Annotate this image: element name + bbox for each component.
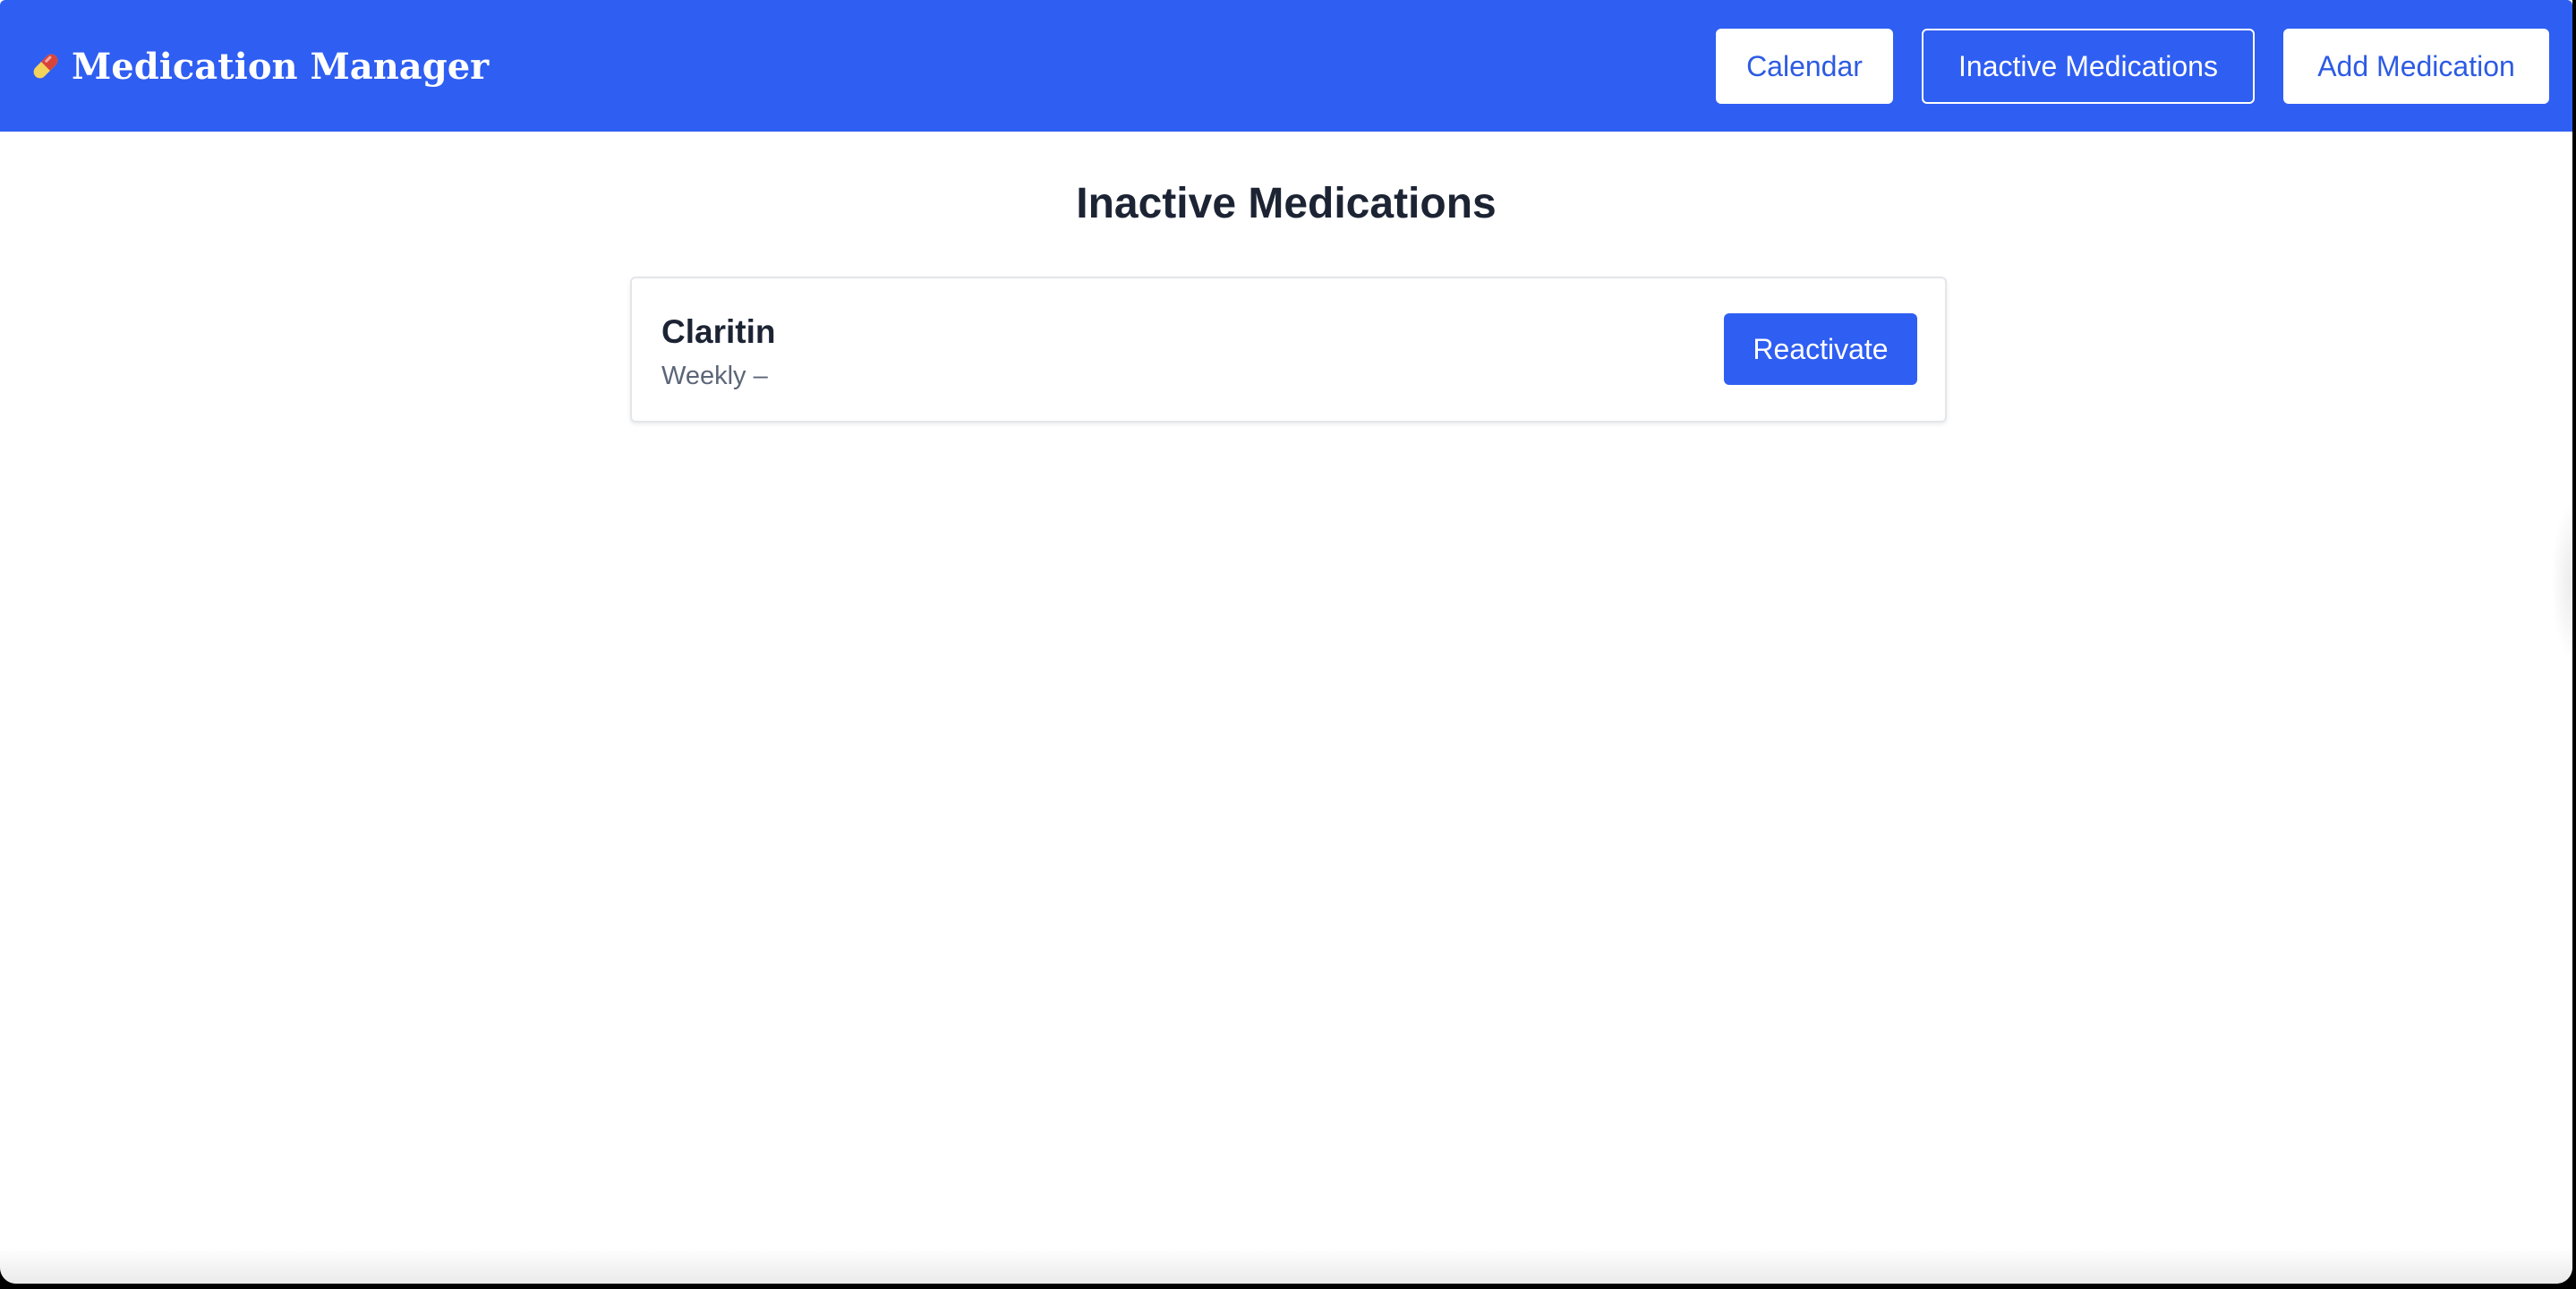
page-title: Inactive Medications [1076, 180, 1497, 227]
medication-schedule: Weekly – [661, 362, 768, 390]
calendar-button[interactable]: Calendar [1716, 29, 1893, 104]
inactive-medications-button[interactable]: Inactive Medications [1922, 29, 2255, 104]
scroll-edge-shadow [2551, 501, 2572, 662]
pill-icon [29, 49, 63, 83]
top-navbar: Medication Manager Calendar Inactive Med… [0, 0, 2572, 132]
medication-name: Claritin [661, 313, 776, 350]
app-title: Medication Manager [72, 45, 490, 88]
add-medication-button[interactable]: Add Medication [2283, 29, 2549, 104]
app-brand[interactable]: Medication Manager [29, 39, 489, 93]
app-window: Medication Manager Calendar Inactive Med… [0, 0, 2572, 1284]
medication-card: Claritin Weekly – Reactivate [630, 277, 1947, 423]
reactivate-button[interactable]: Reactivate [1724, 313, 1917, 385]
